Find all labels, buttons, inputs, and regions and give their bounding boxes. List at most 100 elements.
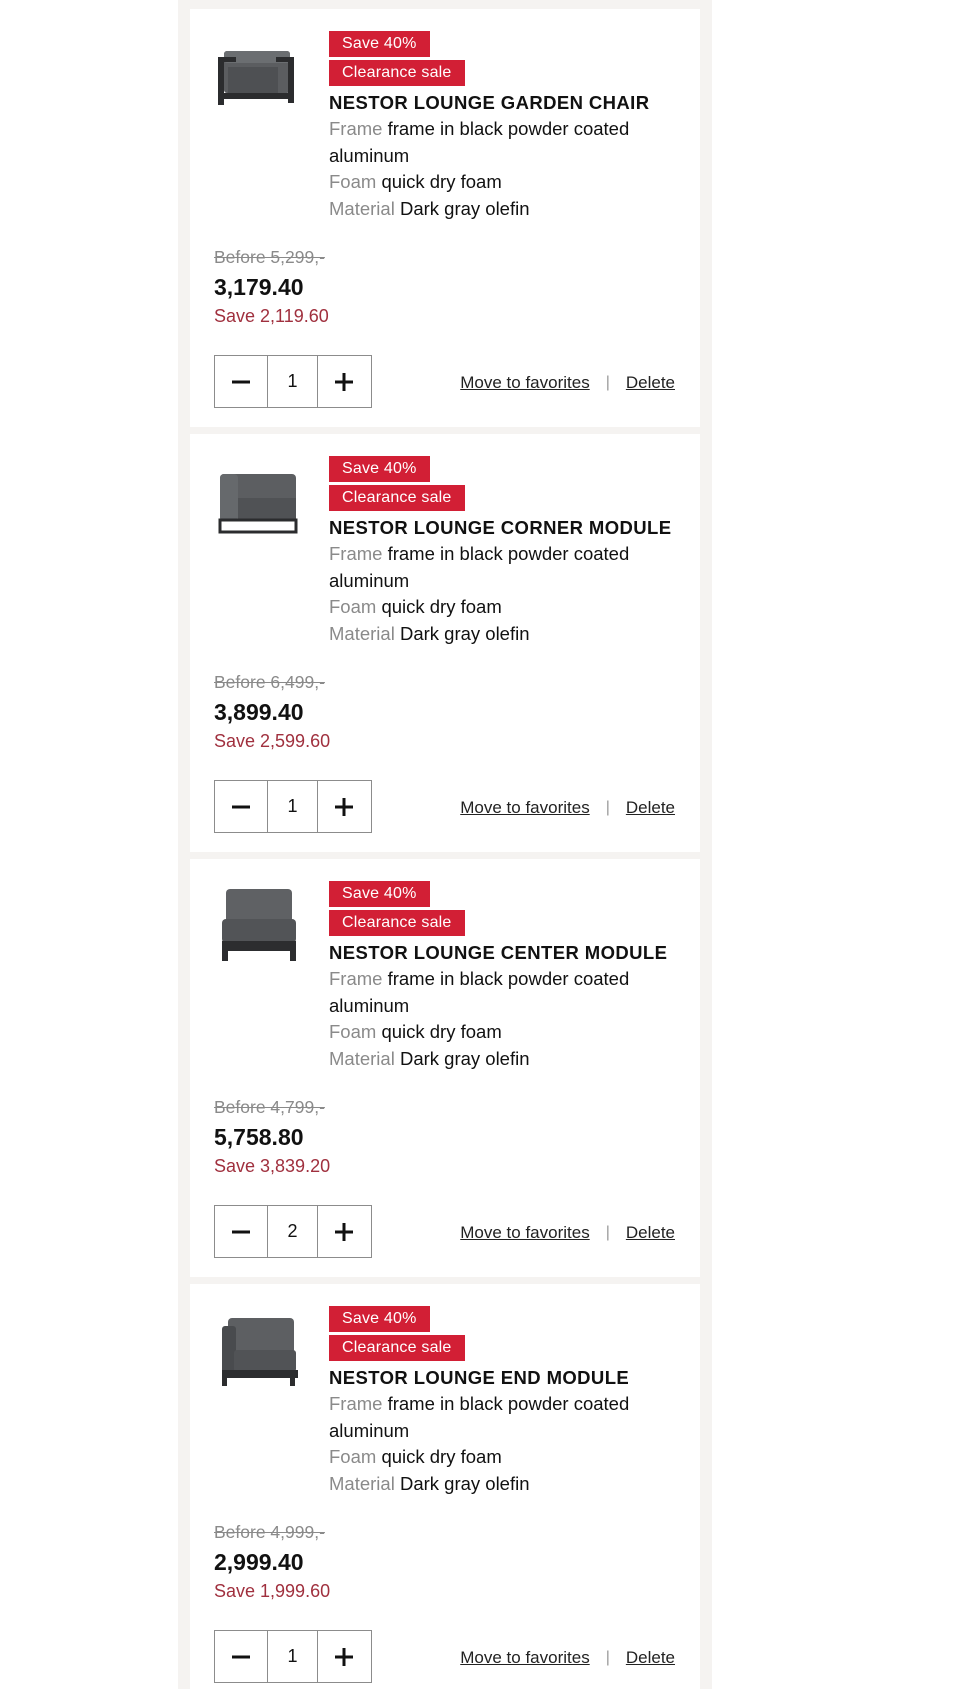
move-to-favorites-link[interactable]: Move to favorites <box>460 373 589 393</box>
price-block: Before 6,499,- 3,899.40 Save 2,599.60 <box>214 670 330 754</box>
quantity-value[interactable]: 1 <box>267 356 318 407</box>
current-price: 3,899.40 <box>214 699 304 725</box>
quantity-stepper: 1 <box>214 355 372 408</box>
armchair-image[interactable] <box>214 29 304 119</box>
item-actions: Move to favorites | Delete <box>460 798 675 818</box>
divider: | <box>605 1649 610 1666</box>
quantity-stepper: 1 <box>214 780 372 833</box>
end-module-image[interactable] <box>214 1304 304 1394</box>
corner-module-image[interactable] <box>214 454 304 544</box>
current-price: 3,179.40 <box>214 274 304 300</box>
savings-amount: Save 2,599.60 <box>214 731 331 751</box>
spec-foam: Foam quick dry foam <box>329 1019 679 1046</box>
spec-value: quick dry foam <box>381 171 502 192</box>
spec-frame: Frame frame in black powder coated <box>329 116 679 143</box>
spec-label: Frame <box>329 543 383 564</box>
spec-value: Dark gray olefin <box>399 1047 530 1069</box>
spec-value: aluminum <box>329 1419 410 1441</box>
price-block: Before 4,999,- 2,999.40 Save 1,999.60 <box>214 1520 330 1604</box>
discount-badge: Save 40% <box>329 1306 430 1332</box>
quantity-value[interactable]: 1 <box>267 781 318 832</box>
spec-label: Foam <box>329 1021 377 1042</box>
decrement-button[interactable] <box>215 356 267 407</box>
spec-label: Frame <box>329 1393 383 1414</box>
spec-value: Dark gray olefin <box>399 197 530 219</box>
decrement-button[interactable] <box>215 781 267 832</box>
decrement-button[interactable] <box>215 1206 267 1257</box>
spec-label: Foam <box>329 171 377 192</box>
move-to-favorites-link[interactable]: Move to favorites <box>460 1648 589 1668</box>
delete-link[interactable]: Delete <box>626 798 675 818</box>
clearance-badge: Clearance sale <box>329 910 465 936</box>
clearance-badge: Clearance sale <box>329 60 465 86</box>
delete-link[interactable]: Delete <box>626 1648 675 1668</box>
spec-value: frame in black powder coated <box>387 118 630 139</box>
divider: | <box>605 799 610 816</box>
increment-button[interactable] <box>318 1206 370 1257</box>
cart-item: Save 40% Clearance sale NESTOR LOUNGE CO… <box>190 434 700 852</box>
product-name[interactable]: NESTOR LOUNGE CORNER MODULE <box>329 515 679 541</box>
plus-icon <box>335 372 353 391</box>
spec-frame: Frame frame in black powder coated <box>329 1391 679 1418</box>
quantity-stepper: 2 <box>214 1205 372 1258</box>
spec-value: aluminum <box>329 569 410 591</box>
move-to-favorites-link[interactable]: Move to favorites <box>460 1223 589 1243</box>
move-to-favorites-link[interactable]: Move to favorites <box>460 798 589 818</box>
spec-frame-cont: aluminum <box>329 1418 679 1445</box>
delete-link[interactable]: Delete <box>626 1223 675 1243</box>
spec-label: Foam <box>329 1446 377 1467</box>
delete-link[interactable]: Delete <box>626 373 675 393</box>
spec-value: frame in black powder coated <box>387 543 630 564</box>
savings-amount: Save 2,119.60 <box>214 306 329 326</box>
spec-value: Dark gray olefin <box>399 622 530 644</box>
price-block: Before 4,799,- 5,758.80 Save 3,839.20 <box>214 1095 330 1179</box>
minus-icon <box>232 380 250 383</box>
original-price: Before 6,499,- <box>214 672 325 692</box>
price-block: Before 5,299,- 3,179.40 Save 2,119.60 <box>214 245 329 329</box>
product-info: Save 40% Clearance sale NESTOR LOUNGE CE… <box>329 881 679 1072</box>
spec-frame-cont: aluminum <box>329 568 679 595</box>
center-module-image[interactable] <box>214 879 304 969</box>
increment-button[interactable] <box>318 1631 370 1682</box>
spec-label: Material <box>329 622 395 644</box>
savings-amount: Save 3,839.20 <box>214 1156 331 1176</box>
divider: | <box>605 374 610 391</box>
savings-amount: Save 1,999.60 <box>214 1581 331 1601</box>
spec-label: Material <box>329 1047 395 1069</box>
spec-value: frame in black powder coated <box>387 968 630 989</box>
cart-item: Save 40% Clearance sale NESTOR LOUNGE EN… <box>190 1284 700 1702</box>
spec-label: Frame <box>329 118 383 139</box>
current-price: 2,999.40 <box>214 1549 304 1575</box>
product-name[interactable]: NESTOR LOUNGE GARDEN CHAIR <box>329 90 679 116</box>
spec-value: frame in black powder coated <box>387 1393 630 1414</box>
spec-label: Material <box>329 1472 395 1494</box>
current-price: 5,758.80 <box>214 1124 304 1150</box>
product-info: Save 40% Clearance sale NESTOR LOUNGE EN… <box>329 1306 679 1497</box>
clearance-badge: Clearance sale <box>329 1335 465 1361</box>
decrement-button[interactable] <box>215 1631 267 1682</box>
spec-value: quick dry foam <box>381 1021 502 1042</box>
quantity-value[interactable]: 1 <box>267 1631 318 1682</box>
spec-label: Material <box>329 197 395 219</box>
original-price: Before 4,999,- <box>214 1522 325 1542</box>
increment-button[interactable] <box>318 781 370 832</box>
minus-icon <box>232 1655 250 1658</box>
spec-value: quick dry foam <box>381 596 502 617</box>
spec-value: aluminum <box>329 144 410 166</box>
spec-foam: Foam quick dry foam <box>329 1444 679 1471</box>
spec-value: quick dry foam <box>381 1446 502 1467</box>
product-name[interactable]: NESTOR LOUNGE CENTER MODULE <box>329 940 679 966</box>
quantity-value[interactable]: 2 <box>267 1206 318 1257</box>
increment-button[interactable] <box>318 356 370 407</box>
minus-icon <box>232 1230 250 1233</box>
product-name[interactable]: NESTOR LOUNGE END MODULE <box>329 1365 679 1391</box>
product-info: Save 40% Clearance sale NESTOR LOUNGE GA… <box>329 31 679 222</box>
spec-frame: Frame frame in black powder coated <box>329 541 679 568</box>
discount-badge: Save 40% <box>329 456 430 482</box>
discount-badge: Save 40% <box>329 881 430 907</box>
quantity-stepper: 1 <box>214 1630 372 1683</box>
cart-item: Save 40% Clearance sale NESTOR LOUNGE GA… <box>190 9 700 427</box>
product-info: Save 40% Clearance sale NESTOR LOUNGE CO… <box>329 456 679 647</box>
item-actions: Move to favorites | Delete <box>460 1648 675 1668</box>
spec-material: Material Dark gray olefin <box>329 621 679 648</box>
